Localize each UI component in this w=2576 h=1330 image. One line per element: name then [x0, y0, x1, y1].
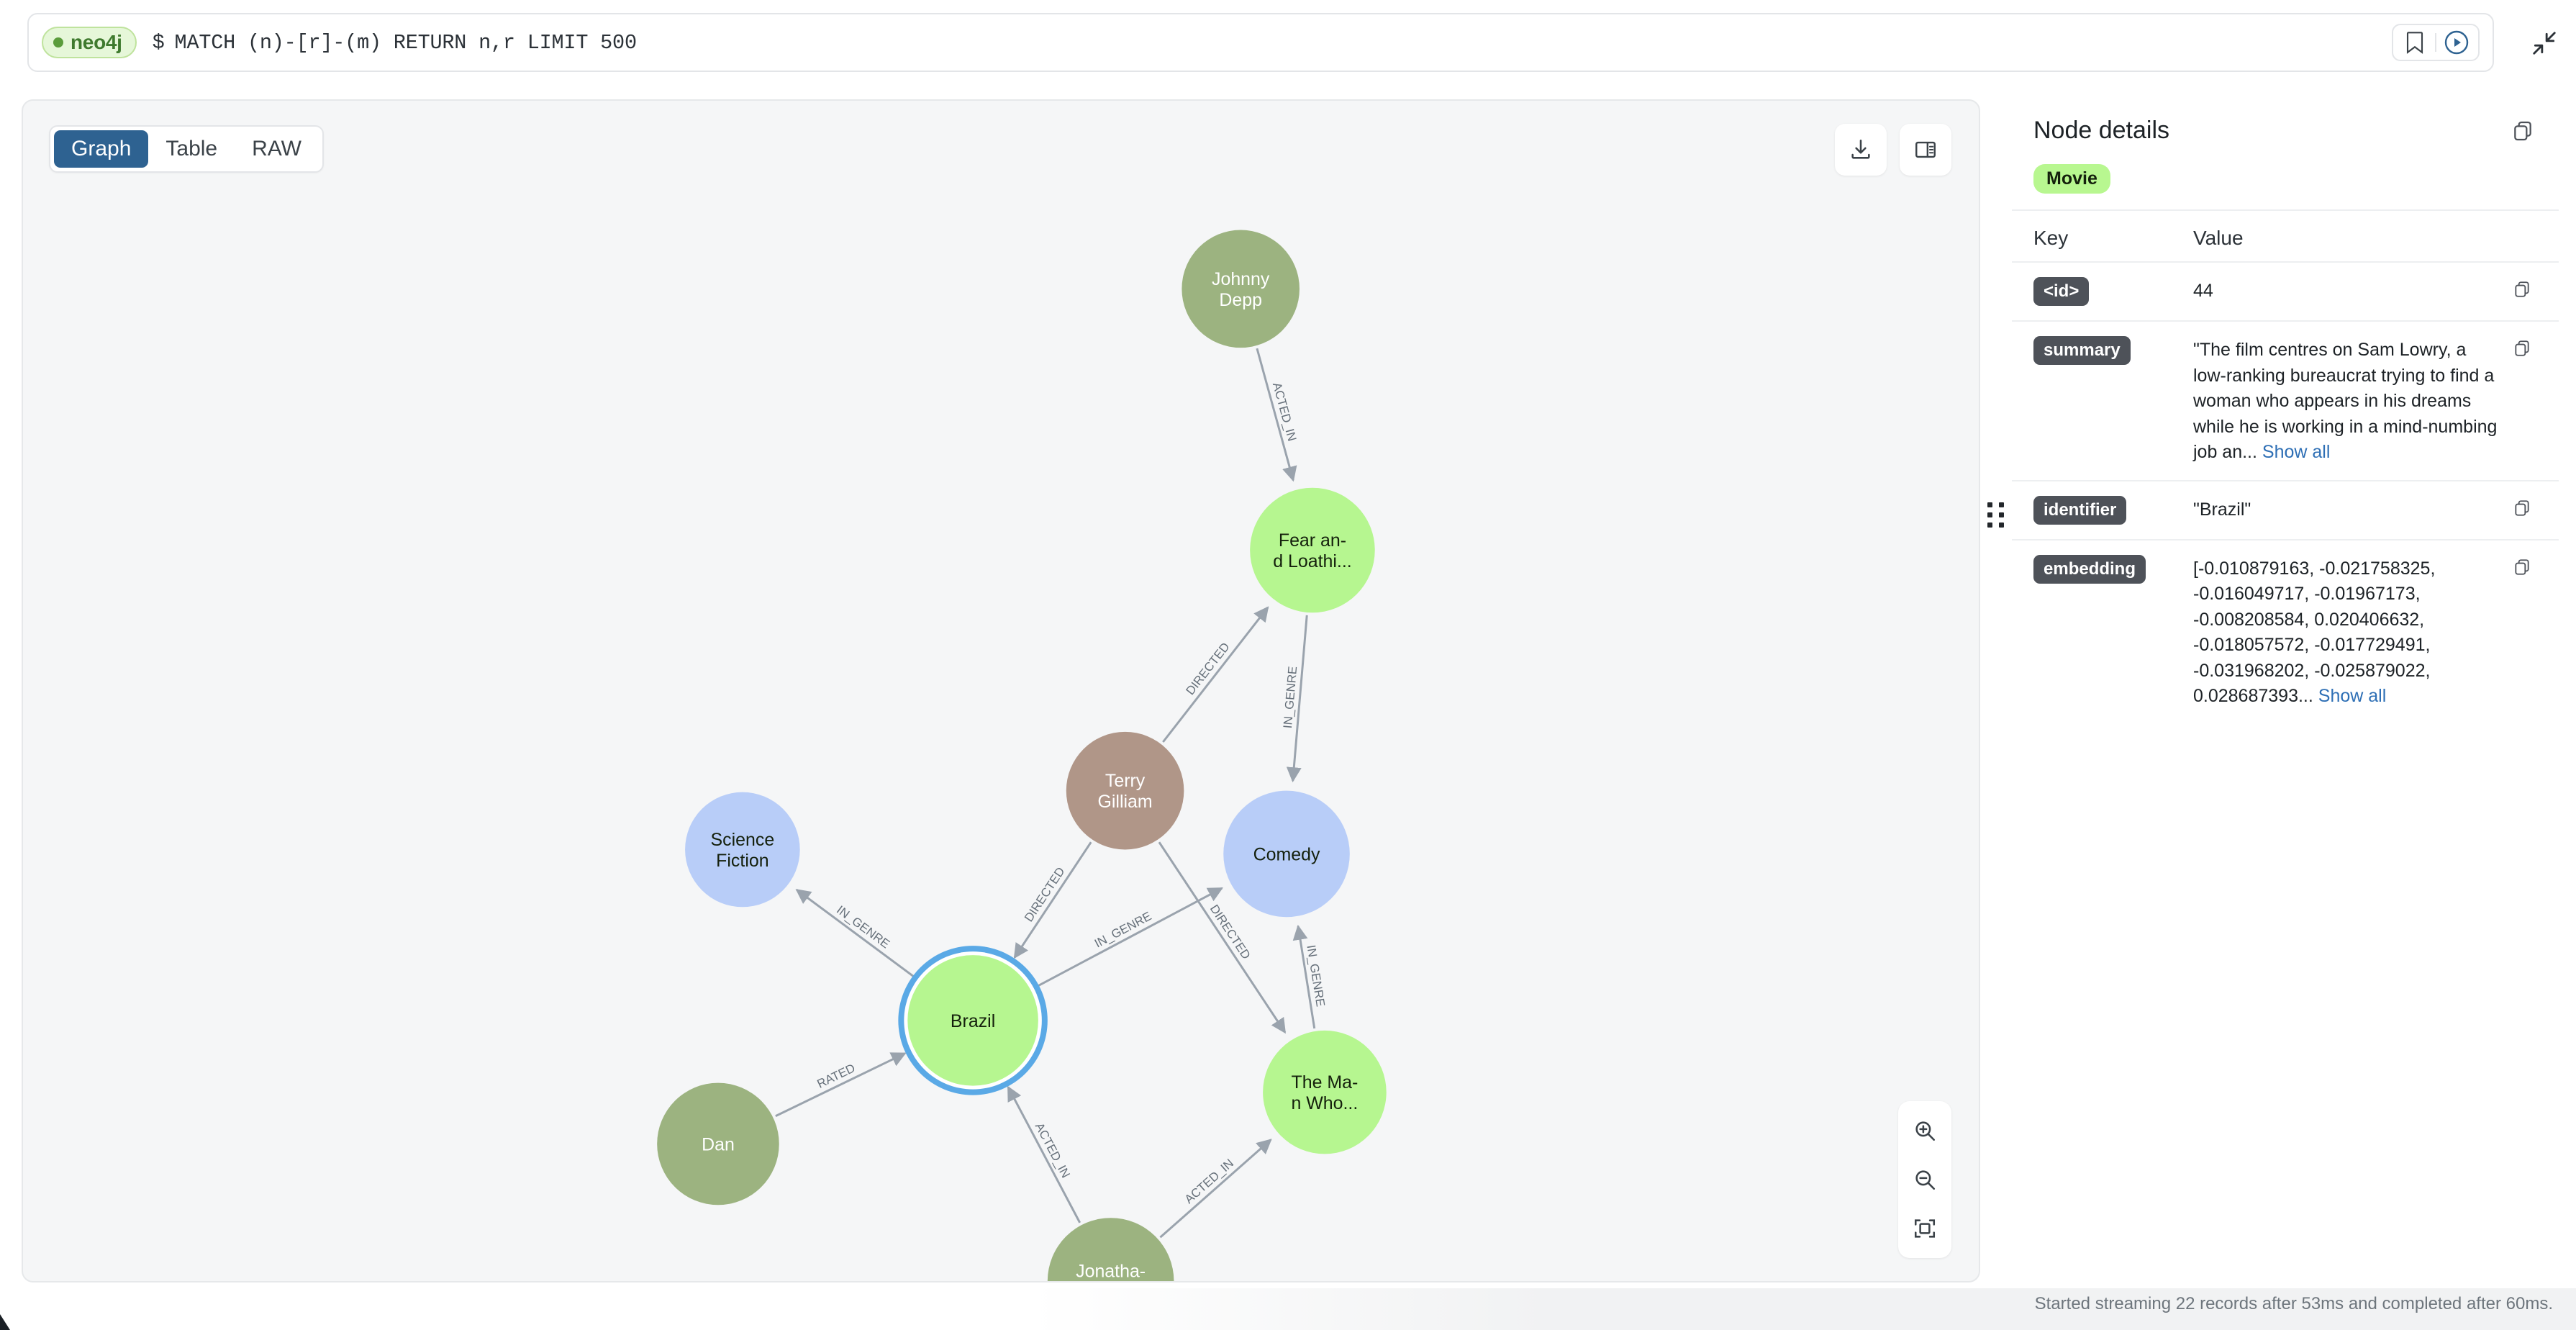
graph-node[interactable]: Science Fiction	[685, 792, 800, 908]
node-circle[interactable]	[1182, 230, 1300, 348]
database-badge[interactable]: neo4j	[42, 27, 137, 58]
fit-to-screen-icon[interactable]	[1902, 1206, 1947, 1251]
query-bar[interactable]: neo4j $ MATCH (n)-[r]-(m) RETURN n,r LIM…	[27, 13, 2494, 72]
graph-node[interactable]: The Ma-n Who...	[1263, 1030, 1387, 1154]
copy-icon[interactable]	[2513, 555, 2537, 580]
copy-icon[interactable]	[2513, 336, 2537, 361]
graph-node[interactable]: Jonatha-...	[1047, 1218, 1174, 1281]
query-prompt: $	[152, 30, 165, 55]
column-header-key: Key	[2033, 227, 2069, 249]
graph-edge[interactable]	[1007, 1085, 1081, 1223]
zoom-controls	[1898, 1101, 1951, 1258]
graph-edge[interactable]	[1159, 1139, 1272, 1239]
query-actions	[2392, 24, 2480, 61]
node-circle[interactable]	[1250, 487, 1375, 613]
property-value-cell: [-0.010879163, -0.021758325, -0.01604971…	[2193, 558, 2436, 707]
node-circle[interactable]	[657, 1082, 779, 1205]
handle-dot	[1999, 502, 2004, 507]
action-divider	[2435, 33, 2436, 52]
relationship-label: IN_GENRE	[1304, 944, 1327, 1008]
view-tabs: Graph Table RAW	[49, 125, 324, 173]
graph-edge[interactable]	[1162, 606, 1269, 743]
property-key-cell: <id>	[2033, 277, 2193, 306]
handle-dot	[1999, 512, 2004, 517]
property-value-cell: "The film centres on Sam Lowry, a low-ra…	[2193, 340, 2498, 462]
property-key-chip: <id>	[2033, 277, 2090, 306]
database-name: neo4j	[71, 31, 122, 53]
property-row: summary "The film centres on Sam Lowry, a…	[2012, 320, 2559, 480]
graph-node[interactable]: Johnny Depp	[1182, 230, 1300, 348]
panel-toggle-icon[interactable]	[1900, 124, 1951, 176]
graph-edges: ACTED_IN DIRECTED IN_GENRE DIRECTED DIRECTED…	[775, 348, 1328, 1239]
property-list: <id> 44 summary "The film centres on Sam Lo…	[2012, 261, 2559, 724]
property-row: <id> 44	[2012, 261, 2559, 320]
graph-edge[interactable]	[775, 1052, 907, 1118]
relationship-label: IN_GENRE	[1281, 666, 1300, 729]
property-value-cell: 44	[2193, 281, 2213, 301]
copy-icon[interactable]	[2513, 277, 2537, 302]
graph-node[interactable]: Brazil	[898, 946, 1048, 1095]
download-icon[interactable]	[1835, 124, 1887, 176]
status-dot	[53, 37, 63, 48]
relationship-label: IN_GENRE	[834, 903, 892, 951]
property-key-chip: identifier	[2033, 495, 2127, 525]
handle-dot	[1987, 522, 1992, 528]
node-circle[interactable]	[1263, 1030, 1387, 1154]
property-value-cell: "Brazil"	[2193, 499, 2251, 520]
graph-edge[interactable]	[1013, 841, 1092, 959]
tab-raw[interactable]: RAW	[235, 130, 319, 168]
relationship-label: DIRECTED	[1183, 640, 1232, 697]
property-row: embedding [-0.010879163, -0.021758325, -0…	[2012, 538, 2559, 724]
workspace: Graph Table RAW ACTED_IN DIRECTED IN_GEN…	[0, 81, 2576, 1288]
handle-dot	[1987, 512, 1992, 517]
node-circle[interactable]	[1223, 790, 1350, 918]
copy-icon[interactable]	[2513, 496, 2537, 521]
property-row: identifier "Brazil"	[2012, 479, 2559, 539]
handle-dot	[1987, 502, 1992, 507]
query-input[interactable]: MATCH (n)-[r]-(m) RETURN n,r LIMIT 500	[175, 31, 638, 55]
zoom-out-icon[interactable]	[1902, 1157, 1947, 1202]
tab-graph[interactable]: Graph	[54, 130, 149, 168]
relationship-label: DIRECTED	[1207, 902, 1253, 962]
collapse-arrows-icon[interactable]	[2529, 27, 2560, 59]
status-message: Started streaming 22 records after 53ms …	[2034, 1294, 2553, 1313]
graph-toolbar	[1835, 124, 1951, 176]
show-all-link[interactable]: Show all	[2262, 442, 2331, 462]
graph-edge[interactable]	[1033, 887, 1224, 990]
property-key-cell: identifier	[2033, 495, 2193, 525]
node-circle[interactable]	[907, 955, 1038, 1086]
graph-edge[interactable]	[795, 889, 919, 981]
handle-dot	[1999, 522, 2004, 528]
node-details-header: Node details	[2012, 99, 2559, 145]
status-badge[interactable]: Movie	[2033, 164, 2110, 194]
graph-node[interactable]: Fear an-d Loathi...	[1250, 487, 1375, 613]
property-key-chip: embedding	[2033, 554, 2146, 584]
bookmark-icon[interactable]	[2398, 27, 2432, 58]
zoom-in-icon[interactable]	[1902, 1108, 1947, 1153]
copy-icon[interactable]	[2508, 117, 2537, 145]
graph-canvas[interactable]: ACTED_IN DIRECTED IN_GENRE DIRECTED DIRECTED…	[23, 101, 1979, 1281]
node-circle[interactable]	[1047, 1218, 1174, 1281]
node-circle[interactable]	[1066, 731, 1184, 850]
column-header-value: Value	[2193, 227, 2244, 249]
property-table-header: Key Value	[2012, 209, 2559, 261]
node-label-row: Movie	[2012, 145, 2559, 209]
relationship-label: ACTED_IN	[1182, 1157, 1236, 1207]
relationship-label: DIRECTED	[1022, 865, 1068, 925]
graph-node[interactable]: Terry Gilliam	[1066, 731, 1184, 850]
show-all-link[interactable]: Show all	[2318, 686, 2387, 706]
play-circle-icon[interactable]	[2439, 27, 2474, 58]
property-key-cell: embedding	[2033, 554, 2193, 584]
tab-table[interactable]: Table	[148, 130, 235, 168]
graph-panel[interactable]: Graph Table RAW ACTED_IN DIRECTED IN_GEN…	[22, 99, 1980, 1282]
node-details-panel: Node details Movie Key Value <id> 44 summa…	[2012, 99, 2559, 1282]
property-key-chip: summary	[2033, 336, 2131, 365]
panel-resize-handle[interactable]	[1987, 502, 2006, 528]
graph-node[interactable]: Dan	[657, 1082, 779, 1205]
page-title: Node details	[2033, 117, 2170, 144]
graph-node[interactable]: Comedy	[1223, 790, 1350, 918]
node-circle[interactable]	[685, 792, 800, 908]
property-key-cell: summary	[2033, 336, 2193, 365]
